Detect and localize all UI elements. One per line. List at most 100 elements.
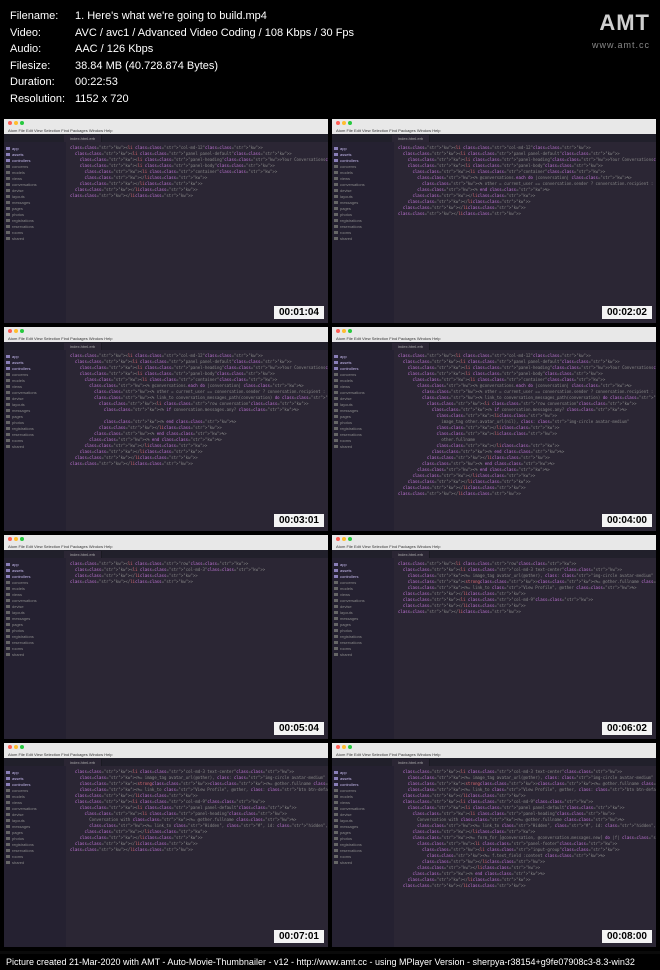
editor-tab: index.html.erb (392, 551, 430, 558)
file-tree-sidebar: appassetscontrollersconcernsmodelsviewsc… (4, 142, 66, 323)
file-tree-sidebar: appassetscontrollersconcernsmodelsviewsc… (332, 350, 394, 531)
tab-bar: index.html.erb (4, 550, 328, 558)
code-editor: class=class="str">"kw"><li class=class="… (66, 350, 328, 531)
thumbnail-5: Atom File Edit View Selection Find Packa… (4, 535, 328, 739)
sidebar-item: shared (6, 443, 64, 449)
titlebar (4, 535, 328, 543)
editor-window: Atom File Edit View Selection Find Packa… (4, 743, 328, 947)
editor-tab: index.html.erb (392, 759, 430, 766)
editor-window: Atom File Edit View Selection Find Packa… (4, 119, 328, 323)
titlebar (332, 743, 656, 751)
file-tree-sidebar: appassetscontrollersconcernsmodelsviewsc… (4, 766, 66, 947)
editor-window: Atom File Edit View Selection Find Packa… (4, 535, 328, 739)
close-icon (336, 329, 340, 333)
close-icon (8, 537, 12, 541)
sidebar-item: shared (6, 235, 64, 241)
thumbnail-6: Atom File Edit View Selection Find Packa… (332, 535, 656, 739)
logo-text: AMT (592, 6, 650, 39)
video-label: Video: (10, 25, 75, 42)
timestamp-badge: 00:03:01 (274, 514, 324, 527)
minimize-icon (342, 745, 346, 749)
menubar: Atom File Edit View Selection Find Packa… (332, 751, 656, 758)
code-editor: class=class="str">"kw"><li class=class="… (394, 142, 656, 323)
editor-tab: index.html.erb (64, 135, 102, 142)
filename-label: Filename: (10, 8, 75, 25)
tab-bar: index.html.erb (332, 342, 656, 350)
thumbnail-2: Atom File Edit View Selection Find Packa… (332, 119, 656, 323)
sidebar-item: shared (6, 859, 64, 865)
maximize-icon (348, 537, 352, 541)
editor-tab: index.html.erb (392, 343, 430, 350)
tab-bar: index.html.erb (4, 134, 328, 142)
filesize-value: 38.84 MB (40.728.874 Bytes) (75, 58, 650, 75)
maximize-icon (20, 329, 24, 333)
menubar: Atom File Edit View Selection Find Packa… (332, 543, 656, 550)
editor-window: Atom File Edit View Selection Find Packa… (332, 535, 656, 739)
minimize-icon (14, 121, 18, 125)
duration-label: Duration: (10, 74, 75, 91)
code-editor: class=class="str">"kw"><li class=class="… (394, 766, 656, 947)
timestamp-badge: 00:06:02 (602, 722, 652, 735)
minimize-icon (342, 329, 346, 333)
resolution-label: Resolution: (10, 91, 75, 108)
editor-window: Atom File Edit View Selection Find Packa… (332, 743, 656, 947)
audio-value: AAC / 126 Kbps (75, 41, 650, 58)
titlebar (4, 327, 328, 335)
thumbnail-3: Atom File Edit View Selection Find Packa… (4, 327, 328, 531)
code-editor: class=class="str">"kw"><li class=class="… (394, 350, 656, 531)
file-tree-sidebar: appassetscontrollersconcernsmodelsviewsc… (332, 766, 394, 947)
thumbnail-4: Atom File Edit View Selection Find Packa… (332, 327, 656, 531)
maximize-icon (20, 121, 24, 125)
maximize-icon (348, 329, 352, 333)
editor-window: Atom File Edit View Selection Find Packa… (332, 119, 656, 323)
titlebar (4, 743, 328, 751)
menubar: Atom File Edit View Selection Find Packa… (4, 751, 328, 758)
thumbnail-grid: Atom File Edit View Selection Find Packa… (0, 115, 660, 951)
timestamp-badge: 00:01:04 (274, 306, 324, 319)
sidebar-item: shared (334, 443, 392, 449)
sidebar-item: shared (334, 859, 392, 865)
thumbnail-8: Atom File Edit View Selection Find Packa… (332, 743, 656, 947)
minimize-icon (342, 121, 346, 125)
timestamp-badge: 00:04:00 (602, 514, 652, 527)
video-value: AVC / avc1 / Advanced Video Coding / 108… (75, 25, 650, 42)
thumbnail-1: Atom File Edit View Selection Find Packa… (4, 119, 328, 323)
maximize-icon (20, 537, 24, 541)
titlebar (332, 119, 656, 127)
minimize-icon (14, 745, 18, 749)
maximize-icon (348, 745, 352, 749)
close-icon (336, 745, 340, 749)
timestamp-badge: 00:08:00 (602, 930, 652, 943)
tab-bar: index.html.erb (4, 342, 328, 350)
menubar: Atom File Edit View Selection Find Packa… (332, 127, 656, 134)
file-tree-sidebar: appassetscontrollersconcernsmodelsviewsc… (4, 558, 66, 739)
maximize-icon (20, 745, 24, 749)
close-icon (336, 537, 340, 541)
editor-window: Atom File Edit View Selection Find Packa… (332, 327, 656, 531)
minimize-icon (342, 537, 346, 541)
code-editor: class=class="str">"kw"><li class=class="… (66, 558, 328, 739)
logo-url: www.amt.cc (592, 39, 650, 53)
sidebar-item: shared (334, 235, 392, 241)
close-icon (8, 121, 12, 125)
editor-tab: index.html.erb (64, 343, 102, 350)
timestamp-badge: 00:07:01 (274, 930, 324, 943)
file-tree-sidebar: appassetscontrollersconcernsmodelsviewsc… (332, 142, 394, 323)
menubar: Atom File Edit View Selection Find Packa… (4, 127, 328, 134)
minimize-icon (14, 329, 18, 333)
sidebar-item: shared (6, 651, 64, 657)
close-icon (8, 329, 12, 333)
maximize-icon (348, 121, 352, 125)
code-editor: class=class="str">"kw"><li class=class="… (66, 142, 328, 323)
file-tree-sidebar: appassetscontrollersconcernsmodelsviewsc… (4, 350, 66, 531)
filename-value: 1. Here's what we're going to build.mp4 (75, 8, 650, 25)
sidebar-item: shared (334, 651, 392, 657)
menubar: Atom File Edit View Selection Find Packa… (4, 335, 328, 342)
editor-window: Atom File Edit View Selection Find Packa… (4, 327, 328, 531)
minimize-icon (14, 537, 18, 541)
menubar: Atom File Edit View Selection Find Packa… (4, 543, 328, 550)
timestamp-badge: 00:02:02 (602, 306, 652, 319)
timestamp-badge: 00:05:04 (274, 722, 324, 735)
titlebar (332, 327, 656, 335)
audio-label: Audio: (10, 41, 75, 58)
